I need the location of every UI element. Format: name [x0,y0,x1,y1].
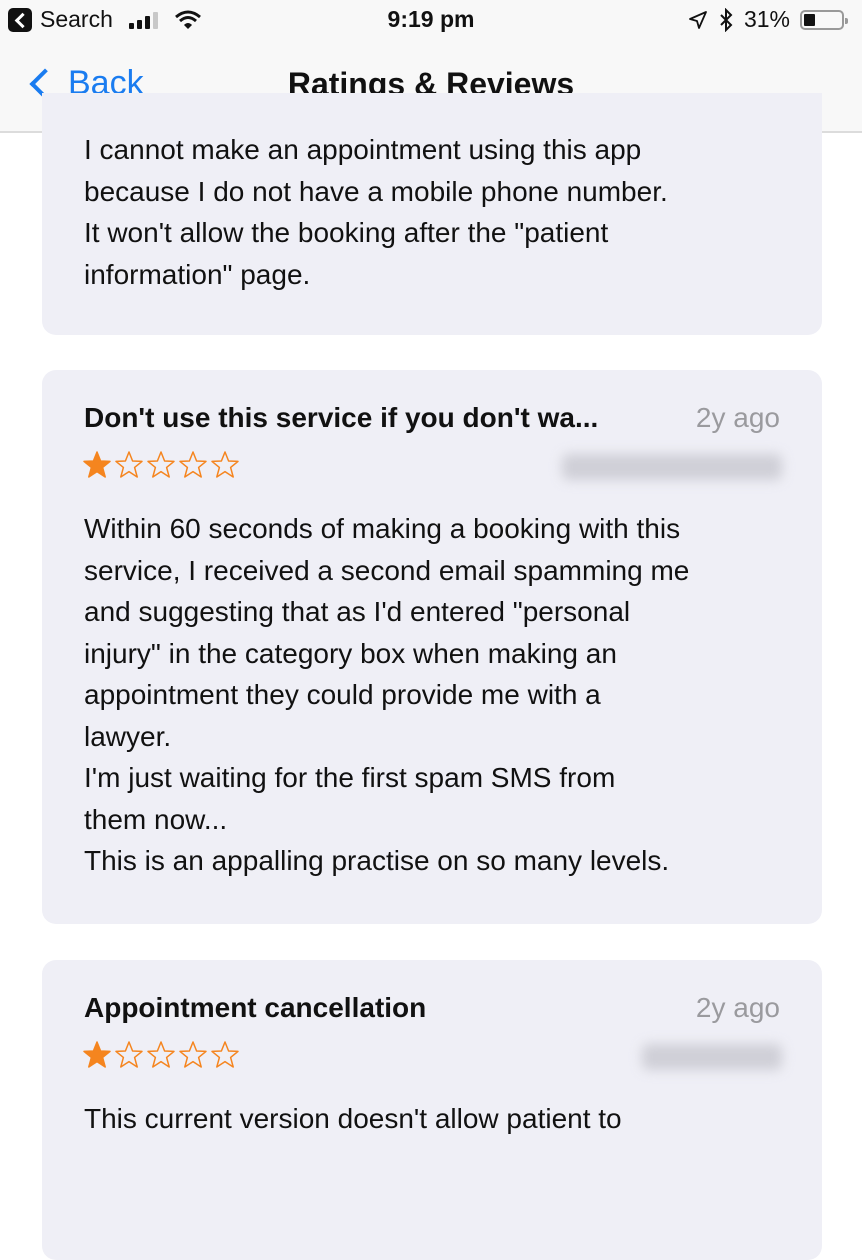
review-body: I cannot make an appointment using this … [84,134,668,290]
review-title: Appointment cancellation [84,992,427,1023]
star-empty-icon [179,451,207,478]
review-card[interactable]: I cannot make an appointment using this … [42,93,822,335]
review-card[interactable]: Don't use this service if you don't wa..… [42,370,822,924]
star-filled-icon [83,451,111,478]
review-age: 2y ago [695,992,780,1023]
review-body: Within 60 seconds of making a booking wi… [84,513,690,876]
star-empty-icon [211,1041,239,1068]
location-icon [689,10,707,29]
review-title: Don't use this service if you don't wa..… [84,402,599,433]
battery-percent: 31% [743,6,790,32]
star-empty-icon [179,1041,207,1068]
review-card[interactable]: Appointment cancellation 2y ago This cur… [42,960,822,1260]
star-filled-icon [83,1041,111,1068]
review-age: 2y ago [695,402,780,433]
star-empty-icon [211,451,239,478]
review-body: This current version doesn't allow patie… [84,1103,622,1134]
author-name-blurred [562,454,782,480]
bluetooth-icon [720,7,733,32]
star-empty-icon [147,451,175,478]
status-bar: Search 9:19 pm 31% [0,0,862,40]
battery-level [804,13,816,26]
star-empty-icon [147,1041,175,1068]
battery-icon [800,9,848,30]
star-rating [82,450,240,480]
star-rating [82,1040,240,1070]
author-name-blurred [642,1044,782,1070]
star-empty-icon [115,451,143,478]
star-empty-icon [115,1041,143,1068]
